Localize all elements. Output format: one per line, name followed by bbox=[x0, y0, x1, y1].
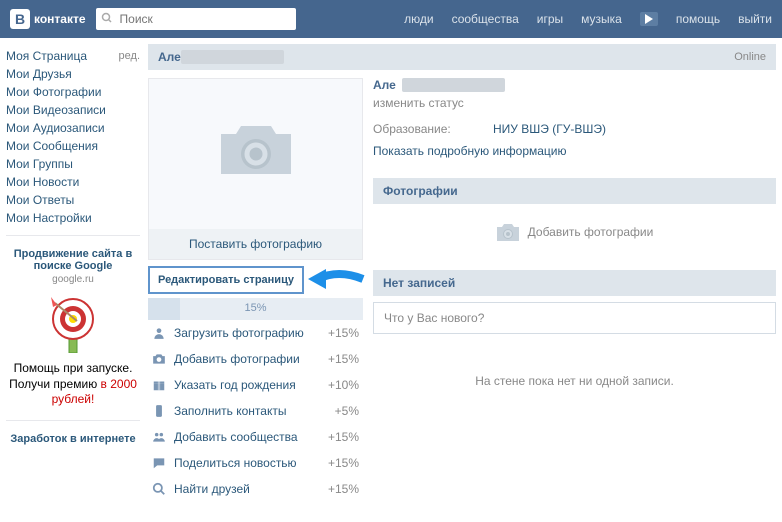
target-icon bbox=[43, 293, 103, 353]
sidebar-messages[interactable]: Мои Сообщения bbox=[6, 137, 140, 155]
promo-title: Продвижение сайта в поиске Google bbox=[6, 248, 140, 272]
task-label: Поделиться новостью bbox=[174, 456, 297, 470]
task-percent: +5% bbox=[335, 404, 359, 418]
play-icon[interactable] bbox=[640, 12, 658, 26]
search-wrap bbox=[96, 8, 296, 30]
online-status: Online bbox=[734, 51, 766, 63]
show-more-link[interactable]: Показать подробную информацию bbox=[373, 144, 567, 158]
add-photos-button[interactable]: Добавить фотографии bbox=[373, 204, 776, 260]
profile-progress-bar: 15% bbox=[148, 298, 363, 320]
sidebar-my-page[interactable]: Моя Страница bbox=[6, 49, 87, 63]
task-label: Добавить сообщества bbox=[174, 430, 298, 444]
sidebar-edit-link[interactable]: ред. bbox=[119, 50, 140, 62]
set-photo-link[interactable]: Поставить фотографию bbox=[149, 229, 362, 259]
nav-communities[interactable]: сообщества bbox=[452, 12, 519, 26]
task-label: Загрузить фотографию bbox=[174, 326, 304, 340]
sidebar-settings[interactable]: Мои Настройки bbox=[6, 209, 140, 227]
camera-icon bbox=[152, 352, 166, 366]
no-posts-header: Нет записей bbox=[373, 270, 776, 296]
nav-games[interactable]: игры bbox=[537, 12, 563, 26]
promo-text: Помощь при запуске. Получи премию в 2000… bbox=[6, 361, 140, 408]
chat-icon bbox=[152, 456, 166, 470]
edu-value[interactable]: НИУ ВШЭ (ГУ-ВШЭ) bbox=[493, 122, 606, 136]
sidebar-videos[interactable]: Мои Видеозаписи bbox=[6, 101, 140, 119]
task-row[interactable]: Добавить сообщества +15% bbox=[148, 424, 363, 450]
add-photos-label: Добавить фотографии bbox=[528, 225, 654, 239]
logo-icon: B bbox=[10, 9, 30, 29]
user-icon bbox=[152, 326, 166, 340]
promo2-title: Заработок в интернете bbox=[6, 433, 140, 445]
search-icon bbox=[101, 12, 113, 27]
camera-icon bbox=[496, 222, 520, 242]
task-percent: +15% bbox=[328, 352, 359, 366]
task-row[interactable]: Загрузить фотографию +15% bbox=[148, 320, 363, 346]
sidebar-audio[interactable]: Мои Аудиозаписи bbox=[6, 119, 140, 137]
profile-name: Алеxxxxxx xxxxxxxxx bbox=[373, 78, 776, 92]
task-row[interactable]: Заполнить контакты +5% bbox=[148, 398, 363, 424]
task-percent: +15% bbox=[328, 482, 359, 496]
logo[interactable]: B контакте bbox=[10, 9, 86, 29]
task-row[interactable]: Указать год рождения +10% bbox=[148, 372, 363, 398]
task-label: Указать год рождения bbox=[174, 378, 296, 392]
group-icon bbox=[152, 430, 166, 444]
sidebar-photos[interactable]: Мои Фотографии bbox=[6, 83, 140, 101]
wall-input[interactable]: Что у Вас нового? bbox=[373, 302, 776, 334]
task-label: Найти друзей bbox=[174, 482, 250, 496]
avatar-box: Поставить фотографию bbox=[148, 78, 363, 260]
brand-text: контакте bbox=[34, 12, 86, 26]
completion-tasks: Загрузить фотографию+15%Добавить фотогра… bbox=[148, 320, 363, 502]
camera-placeholder-icon bbox=[216, 119, 296, 199]
task-row[interactable]: Найти друзей +15% bbox=[148, 476, 363, 502]
promo-block-1[interactable]: Продвижение сайта в поиске Google google… bbox=[6, 244, 140, 412]
task-row[interactable]: Добавить фотографии +15% bbox=[148, 346, 363, 372]
sidebar-answers[interactable]: Мои Ответы bbox=[6, 191, 140, 209]
task-label: Добавить фотографии bbox=[174, 352, 300, 366]
empty-wall-text: На стене пока нет ни одной записи. bbox=[373, 334, 776, 428]
left-sidebar: Моя Страница ред. Мои Друзья Мои Фотогра… bbox=[6, 44, 140, 502]
promo-sub: google.ru bbox=[6, 274, 140, 285]
arrow-annotation-icon bbox=[308, 264, 368, 297]
edit-page-button[interactable]: Редактировать страницу bbox=[148, 266, 304, 294]
nav-people[interactable]: люди bbox=[404, 12, 433, 26]
edu-label: Образование: bbox=[373, 122, 493, 136]
task-percent: +10% bbox=[328, 378, 359, 392]
progress-label: 15% bbox=[148, 302, 363, 314]
nav-help[interactable]: помощь bbox=[676, 12, 720, 26]
nav-music[interactable]: музыка bbox=[581, 12, 622, 26]
nav-exit[interactable]: выйти bbox=[738, 12, 772, 26]
task-percent: +15% bbox=[328, 430, 359, 444]
top-nav: люди сообщества игры музыка помощь выйти bbox=[404, 12, 772, 26]
task-row[interactable]: Поделиться новостью +15% bbox=[148, 450, 363, 476]
sidebar-groups[interactable]: Мои Группы bbox=[6, 155, 140, 173]
task-percent: +15% bbox=[328, 456, 359, 470]
sidebar-friends[interactable]: Мои Друзья bbox=[6, 65, 140, 83]
task-percent: +15% bbox=[328, 326, 359, 340]
phone-icon bbox=[152, 404, 166, 418]
profile-top-bar: Алеxxxxxx xxxxxxxxx Online bbox=[148, 44, 776, 70]
change-status-link[interactable]: изменить статус bbox=[373, 96, 776, 110]
gift-icon bbox=[152, 378, 166, 392]
sidebar-news[interactable]: Мои Новости bbox=[6, 173, 140, 191]
search-input[interactable] bbox=[96, 8, 296, 30]
top-bar-name: Алеxxxxxx xxxxxxxxx bbox=[158, 50, 284, 64]
task-label: Заполнить контакты bbox=[174, 404, 286, 418]
search-icon bbox=[152, 482, 166, 496]
promo-block-2[interactable]: Заработок в интернете bbox=[6, 429, 140, 449]
header: B контакте люди сообщества игры музыка п… bbox=[0, 0, 782, 38]
photos-section-header: Фотографии bbox=[373, 178, 776, 204]
education-row: Образование: НИУ ВШЭ (ГУ-ВШЭ) bbox=[373, 122, 776, 136]
